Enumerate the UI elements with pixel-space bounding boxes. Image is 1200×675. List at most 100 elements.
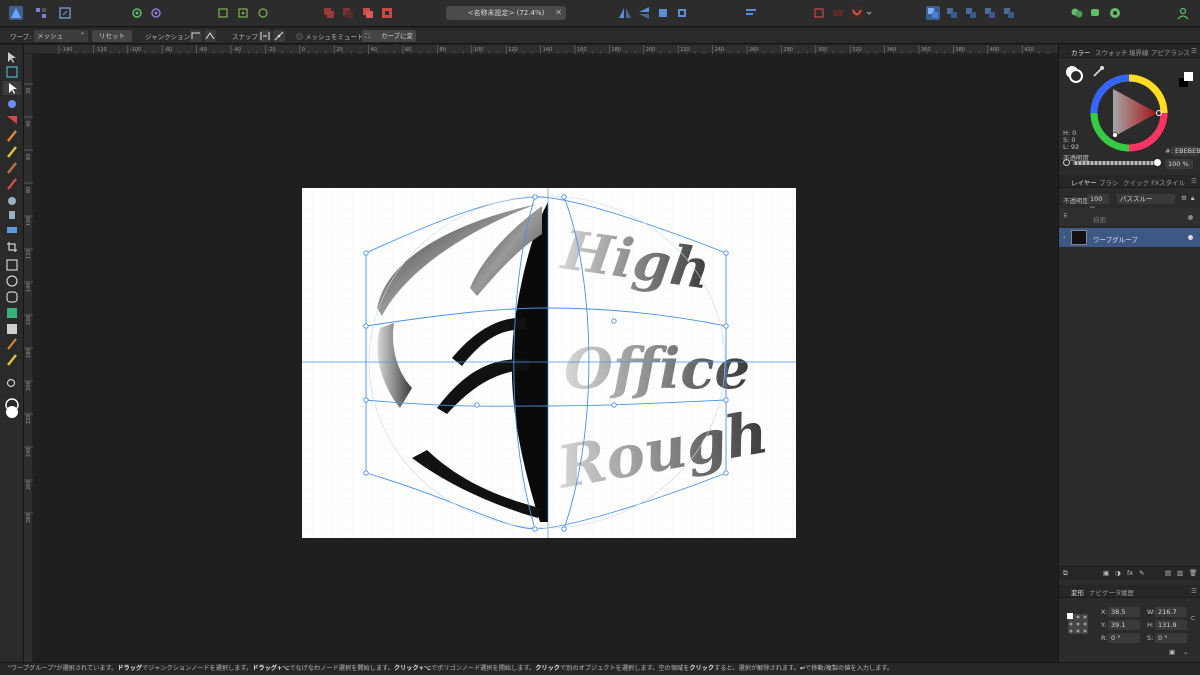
tab-color[interactable]: カラー	[1071, 47, 1091, 57]
tab-styles[interactable]: スタイル	[1159, 177, 1185, 187]
align-center-icon[interactable]	[236, 6, 250, 20]
shear-input[interactable]: 0 °	[1155, 633, 1187, 643]
color-management-icon[interactable]	[1108, 6, 1122, 20]
vector-brush-tool-icon[interactable]	[7, 162, 17, 174]
tab-layers[interactable]: レイヤー	[1071, 177, 1097, 187]
insert-inside-icon[interactable]	[831, 6, 845, 20]
layer-settings-icon[interactable]: ⚙	[1181, 194, 1187, 202]
opacity-slider[interactable]	[1073, 161, 1155, 165]
assistant-icon[interactable]	[1070, 6, 1084, 20]
pencil-tool-icon[interactable]	[7, 146, 17, 158]
blend-mode-select[interactable]: パススルー	[1117, 194, 1175, 204]
layer-add-icon[interactable]: ⧉	[1063, 569, 1068, 578]
tab-navigator[interactable]: ナビゲータ	[1089, 587, 1122, 597]
zoom-tool-icon[interactable]	[6, 378, 16, 388]
color-picker-tool-icon[interactable]	[7, 338, 17, 350]
delete-layer-icon[interactable]: 🗑︎	[1189, 569, 1197, 577]
flip-horizontal-icon[interactable]	[618, 6, 632, 20]
document-tab[interactable]: <名称未設定> (72.4%) ✕	[446, 6, 566, 20]
canvas[interactable]: High Office Rough	[33, 54, 1058, 662]
tab-stroke[interactable]: 境界線	[1129, 47, 1149, 57]
boolean-subtract-icon[interactable]	[341, 6, 355, 20]
contour-tool-icon[interactable]	[8, 100, 16, 108]
tab-brushes[interactable]: ブラシ	[1099, 177, 1118, 187]
artboard-tool-icon[interactable]	[6, 66, 18, 78]
layer-disclosure-icon[interactable]: ›	[1063, 233, 1066, 241]
hex-input[interactable]: EBEBEB	[1172, 146, 1200, 156]
view-mode-4-icon[interactable]	[983, 6, 997, 20]
snapping-magnet-icon[interactable]	[850, 6, 864, 20]
view-mode-5-icon[interactable]	[1002, 6, 1016, 20]
align-icon[interactable]	[216, 6, 230, 20]
tab-history[interactable]: 履歴	[1121, 587, 1134, 597]
user-account-icon[interactable]	[1176, 6, 1190, 20]
flip-vertical-icon[interactable]	[637, 6, 651, 20]
view-mode-icon[interactable]	[926, 6, 940, 20]
move-tool-icon[interactable]	[8, 52, 16, 63]
layer-visibility-icon[interactable]	[1188, 215, 1193, 220]
fill-color-swatch-icon[interactable]	[6, 406, 18, 418]
layers-menu-icon[interactable]: ☰	[1191, 177, 1197, 185]
new-layer-icon[interactable]: ▤	[1165, 569, 1171, 577]
transform-menu-icon[interactable]: ☰	[1191, 587, 1197, 595]
color-wheel[interactable]	[1089, 73, 1169, 153]
layer-lock-icon[interactable]: 🔒︎	[1191, 194, 1194, 203]
tab-appearance[interactable]: アピアランス	[1151, 47, 1190, 57]
snapping-dropdown-icon[interactable]	[866, 6, 872, 20]
anchor-selector[interactable]	[1067, 613, 1089, 635]
opacity-input[interactable]: 100 %	[1165, 159, 1193, 169]
link-ratio-icon[interactable]: ⊂	[1190, 614, 1195, 622]
fill-stroke-swatch-icon[interactable]	[1065, 65, 1083, 83]
x-input[interactable]: 38.5 mm	[1108, 607, 1140, 626]
snap-nodes-icon[interactable]	[273, 30, 285, 42]
opacity-slider-handle[interactable]	[1154, 159, 1161, 166]
layer-opacity-input[interactable]: 100 %	[1087, 194, 1109, 213]
view-mode-3-icon[interactable]	[964, 6, 978, 20]
pen-tool-icon[interactable]	[7, 130, 17, 142]
fx-icon[interactable]: fx	[1127, 569, 1133, 577]
layer-row-selected[interactable]: › ワープグループ	[1059, 228, 1200, 247]
rotation-input[interactable]: 0 °	[1108, 633, 1140, 643]
measure-tool-icon[interactable]	[7, 354, 17, 366]
tab-quick-fx[interactable]: クイック FX	[1123, 177, 1159, 187]
panel-menu-icon[interactable]: ☰	[1191, 47, 1197, 55]
boolean-intersect-icon[interactable]	[361, 6, 375, 20]
arrange-icon[interactable]	[744, 6, 758, 20]
shape-tool-icon[interactable]	[7, 308, 17, 318]
crop-tool-icon[interactable]	[7, 242, 17, 252]
text-tool-icon[interactable]	[7, 324, 17, 334]
rounded-rectangle-tool-icon[interactable]	[6, 291, 18, 303]
artboard[interactable]: High Office Rough	[302, 188, 796, 538]
layer-row[interactable]: ⠿ 描画	[1059, 208, 1200, 227]
pixel-persona-icon[interactable]	[34, 6, 48, 20]
junction-sharp-icon[interactable]	[190, 30, 202, 42]
transform-origin-icon[interactable]	[256, 6, 270, 20]
h-input[interactable]: 131.9 mm	[1155, 620, 1187, 639]
snapping-settings-icon[interactable]	[149, 6, 163, 20]
duplicate-layer-icon[interactable]: ▥	[1177, 569, 1183, 577]
snap-edges-icon[interactable]	[259, 30, 271, 42]
warp-type-select[interactable]: メッシュ ⌃	[34, 30, 88, 42]
rectangle-tool-icon[interactable]	[6, 259, 18, 271]
corner-tool-icon[interactable]	[7, 116, 17, 124]
view-settings-icon[interactable]	[130, 6, 144, 20]
tab-transform[interactable]: 変形	[1071, 587, 1084, 597]
export-persona-icon[interactable]	[58, 6, 72, 20]
place-image-tool-icon[interactable]	[9, 211, 15, 219]
y-input[interactable]: 39.1 mm	[1108, 620, 1140, 639]
layer-expand-icon[interactable]: ⠿	[1063, 213, 1067, 220]
transform-object-icon[interactable]: ▣	[1169, 648, 1175, 656]
reset-button[interactable]: リセット	[92, 30, 132, 42]
transparency-tool-icon[interactable]	[8, 197, 16, 205]
adjustment-icon[interactable]: ◑	[1115, 569, 1121, 577]
layer-visibility-icon[interactable]	[1188, 235, 1193, 240]
brush-layer-icon[interactable]: ✎	[1139, 569, 1144, 577]
fill-tool-icon[interactable]	[7, 178, 17, 190]
boolean-xor-icon[interactable]	[380, 6, 394, 20]
rotate-left-icon[interactable]	[656, 6, 670, 20]
add-mask-icon[interactable]: ▣	[1103, 569, 1109, 577]
convert-to-curves-button[interactable]: ⛶ カーブに変換	[362, 30, 416, 52]
w-input[interactable]: 216.7 mm	[1155, 607, 1187, 626]
opacity-reset-icon[interactable]	[1063, 159, 1070, 166]
app-persona-designer-icon[interactable]	[9, 6, 23, 20]
